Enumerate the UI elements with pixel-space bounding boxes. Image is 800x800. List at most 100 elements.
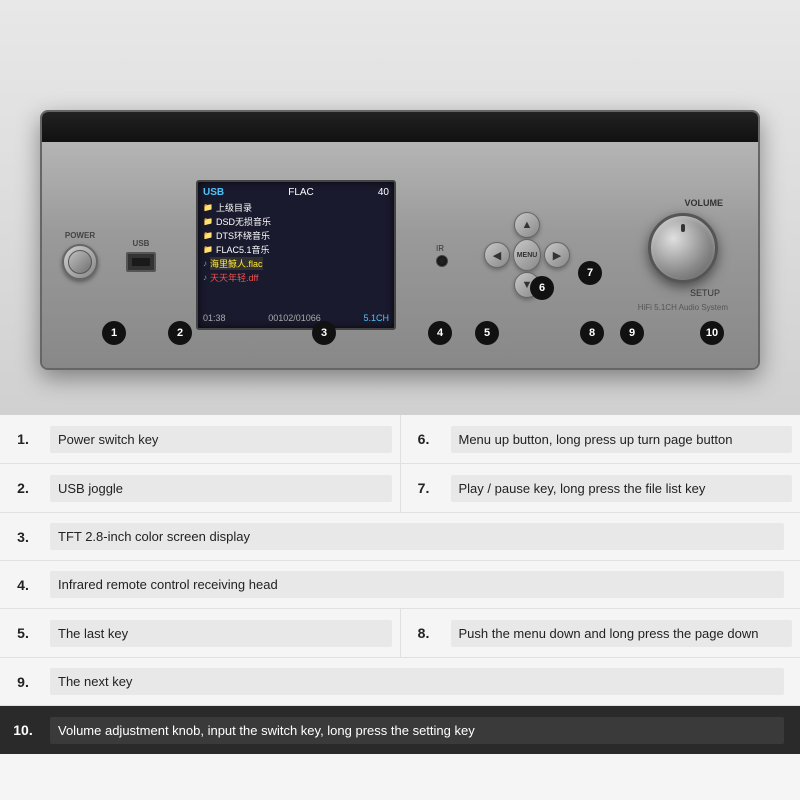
volume-label: VOLUME: [684, 198, 723, 208]
nav-cell-menu[interactable]: MENU: [513, 241, 541, 269]
file-name-6: 天天年轻.dff: [210, 271, 258, 284]
annotation-text-10: Volume adjustment knob, input the switch…: [50, 717, 784, 744]
screen-file-list: 📁 上级目录 📁 DSD无损音乐 📁 DTS环绕音乐: [203, 201, 389, 284]
annotation-num-10: 10.: [0, 722, 50, 738]
annotation-col-7: 7. Play / pause key, long press the file…: [401, 464, 800, 512]
screen-file-6: ♪ 天天年轻.dff: [203, 271, 389, 284]
volume-section: VOLUME SETUP HiFi 5.1CH Audio System: [638, 198, 728, 312]
badge-9: 9: [620, 321, 644, 345]
device-top-strip: [42, 112, 758, 142]
music-icon-5: ♪: [203, 259, 207, 268]
nav-cell-left[interactable]: ◀: [483, 241, 511, 269]
screen-file-2: 📁 DSD无损音乐: [203, 215, 389, 228]
annotation-num-5: 5.: [0, 625, 50, 641]
nav-left-button[interactable]: ◀: [484, 242, 510, 268]
screen-file-4: 📁 FLAC5.1音乐: [203, 243, 389, 256]
tft-screen: USB FLAC 40 📁 上级目录 📁 DSD无损音乐: [196, 180, 396, 330]
annotation-row-2-7: 2. USB joggle 7. Play / pause key, long …: [0, 464, 800, 513]
usb-label: USB: [133, 239, 150, 248]
screen-time: 01:38: [203, 313, 226, 323]
nav-up-button[interactable]: ▲: [514, 212, 540, 238]
screen-footer: 01:38 00102/01066 5.1CH: [203, 313, 389, 323]
screen-section: USB FLAC 40 📁 上级目录 📁 DSD无损音乐: [196, 180, 396, 330]
nav-cell-empty-2: [543, 211, 571, 239]
annotation-text-3: TFT 2.8-inch color screen display: [50, 523, 784, 550]
badge-5: 5: [475, 321, 499, 345]
annotation-text-6: Menu up button, long press up turn page …: [451, 426, 793, 453]
screen-format: FLAC: [288, 187, 314, 198]
annotation-col-5: 5. The last key: [0, 609, 401, 657]
annotation-text-4: Infrared remote control receiving head: [50, 571, 784, 598]
annotation-text-5: The last key: [50, 620, 392, 647]
folder-icon-3: 📁: [203, 231, 213, 240]
screen-header: USB FLAC 40: [203, 187, 389, 198]
nav-cell-empty-3: [483, 271, 511, 299]
badge-3: 3: [312, 321, 336, 345]
annotation-row-3: 3. TFT 2.8-inch color screen display: [0, 513, 800, 561]
nav-cell-up[interactable]: ▲: [513, 211, 541, 239]
annotation-row-4: 4. Infrared remote control receiving hea…: [0, 561, 800, 609]
annotation-col-1: 1. Power switch key: [0, 415, 401, 463]
annotation-row-5-8: 5. The last key 8. Push the menu down an…: [0, 609, 800, 658]
volume-knob[interactable]: [648, 213, 718, 283]
annotation-num-4: 4.: [0, 577, 50, 593]
ir-label: IR: [436, 244, 444, 253]
menu-button[interactable]: MENU: [513, 239, 541, 271]
device-section: POWER USB USB FLAC 40: [0, 0, 800, 420]
ir-nav-section: IR: [436, 244, 448, 267]
nav-cell-right[interactable]: ▶: [543, 241, 571, 269]
hifi-label: HiFi 5.1CH Audio System: [638, 303, 728, 312]
power-button-inner: [68, 250, 92, 274]
annotation-num-9: 9.: [0, 674, 50, 690]
device-wrapper: POWER USB USB FLAC 40: [40, 60, 760, 360]
badge-1: 1: [102, 321, 126, 345]
screen-channel: 5.1CH: [363, 313, 389, 323]
screen-file-5: ♪ 海里鲸人.flac: [203, 257, 389, 270]
nav-cell-empty-1: [483, 211, 511, 239]
folder-icon-2: 📁: [203, 217, 213, 226]
screen-file-1: 📁 上级目录: [203, 201, 389, 214]
screen-file-3: 📁 DTS环绕音乐: [203, 229, 389, 242]
power-button[interactable]: [62, 244, 98, 280]
annotation-num-8: 8.: [401, 625, 451, 641]
screen-track: 00102/01066: [268, 313, 321, 323]
annotation-num-3: 3.: [0, 529, 50, 545]
badge-10: 10: [700, 321, 724, 345]
annotation-text-8: Push the menu down and long press the pa…: [451, 620, 793, 647]
file-name-4: FLAC5.1音乐: [216, 243, 270, 256]
annotation-text-9: The next key: [50, 668, 784, 695]
file-name-1: 上级目录: [216, 201, 252, 214]
annotation-col-6: 6. Menu up button, long press up turn pa…: [401, 415, 800, 463]
power-label: POWER: [65, 231, 95, 240]
device-face: POWER USB USB FLAC 40: [42, 142, 758, 368]
annotation-row-1-6: 1. Power switch key 6. Menu up button, l…: [0, 415, 800, 464]
annotation-col-2: 2. USB joggle: [0, 464, 401, 512]
screen-bitrate: 40: [378, 187, 389, 198]
usb-section: USB: [126, 239, 156, 272]
badge-8: 8: [580, 321, 604, 345]
annotation-num-6: 6.: [401, 431, 451, 447]
device-body: POWER USB USB FLAC 40: [40, 110, 760, 370]
folder-icon-1: 📁: [203, 203, 213, 212]
badge-7: 7: [578, 261, 602, 285]
annotation-col-8: 8. Push the menu down and long press the…: [401, 609, 800, 657]
annotation-num-1: 1.: [0, 431, 50, 447]
usb-port[interactable]: [126, 252, 156, 272]
screen-mode: USB: [203, 187, 224, 198]
annotation-num-7: 7.: [401, 480, 451, 496]
file-name-5: 海里鲸人.flac: [210, 257, 263, 270]
badge-6: 6: [530, 276, 554, 300]
folder-icon-4: 📁: [203, 245, 213, 254]
annotation-text-7: Play / pause key, long press the file li…: [451, 475, 793, 502]
annotation-row-9: 9. The next key: [0, 658, 800, 706]
nav-cluster-section: ▲ ◀ MENU ▶: [483, 211, 571, 299]
annotations-section: 1. Power switch key 6. Menu up button, l…: [0, 415, 800, 800]
setup-label: SETUP: [690, 288, 720, 298]
nav-right-button[interactable]: ▶: [544, 242, 570, 268]
power-section: POWER: [62, 231, 98, 280]
file-name-3: DTS环绕音乐: [216, 229, 270, 242]
annotation-text-2: USB joggle: [50, 475, 392, 502]
nav-cluster: ▲ ◀ MENU ▶: [483, 211, 571, 299]
music-icon-6: ♪: [203, 273, 207, 282]
file-name-2: DSD无损音乐: [216, 215, 271, 228]
